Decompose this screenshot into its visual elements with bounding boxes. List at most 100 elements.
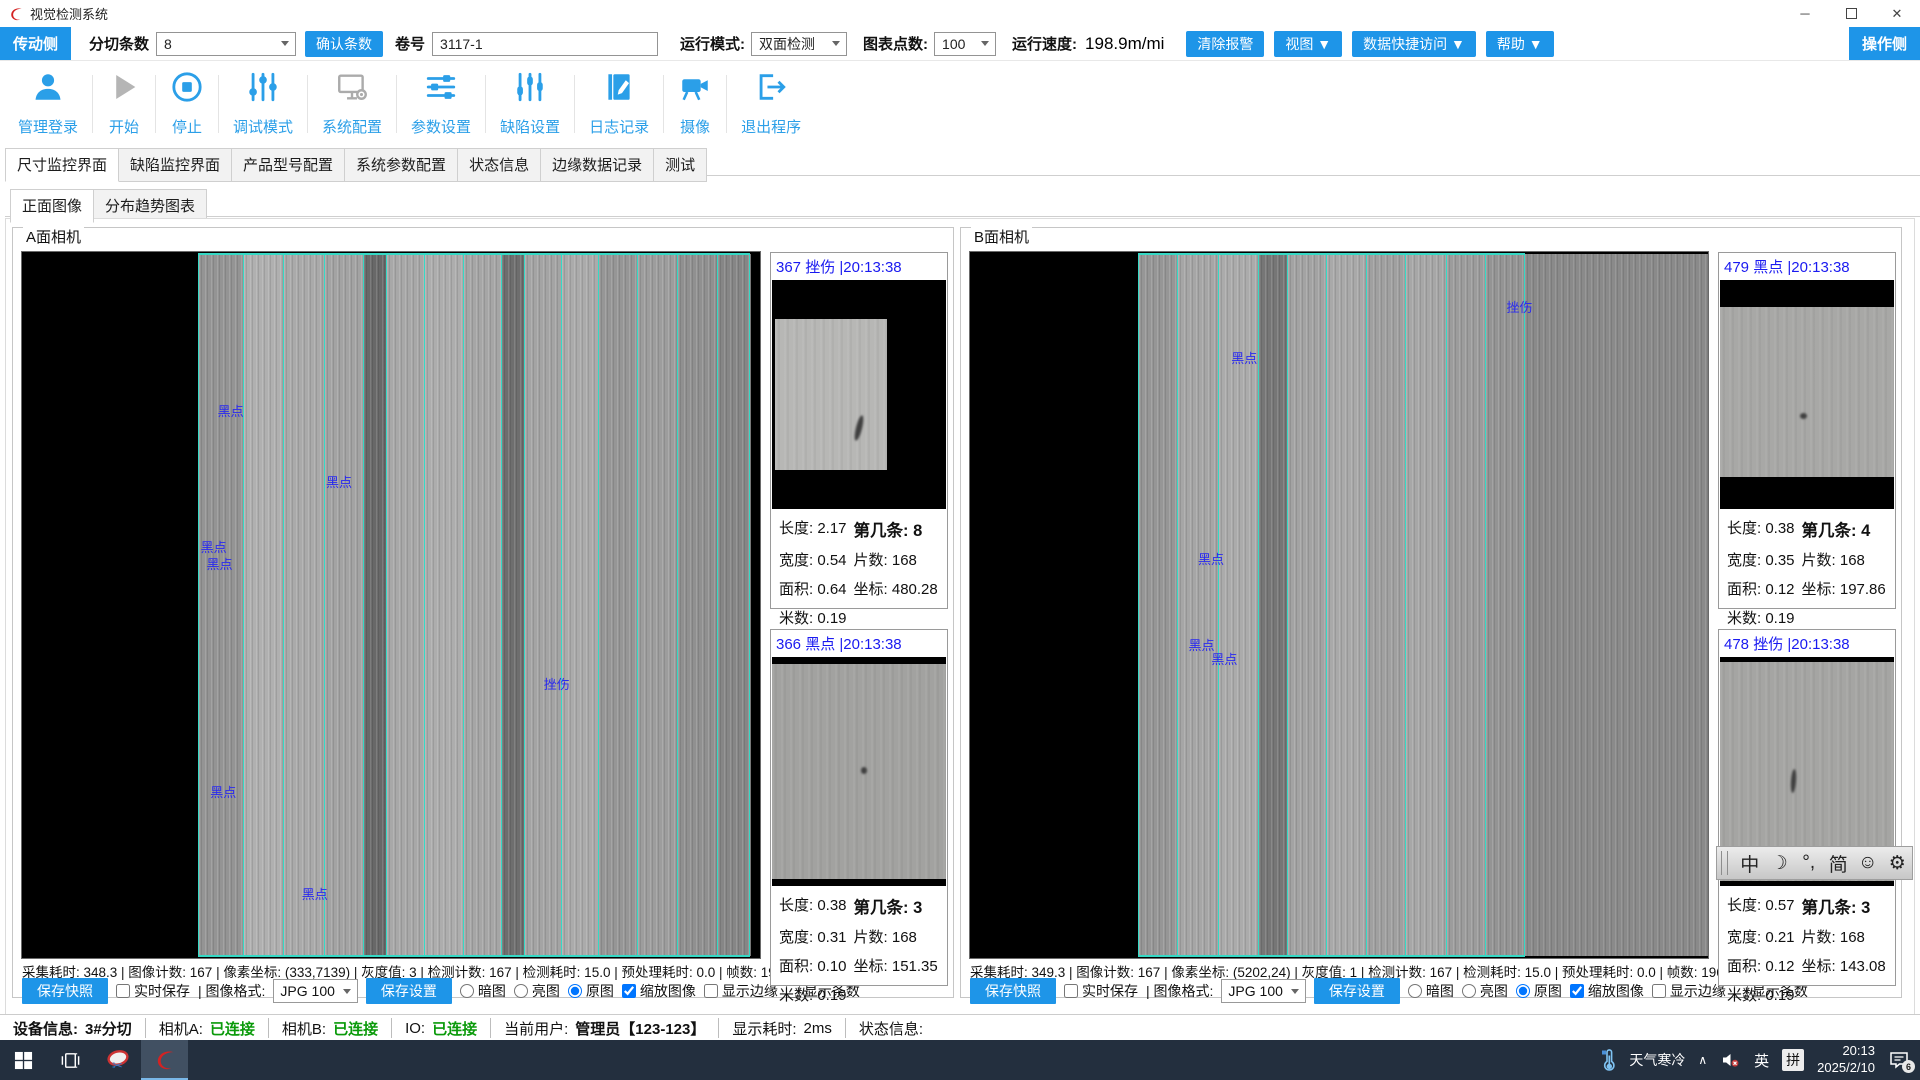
help-menu-button[interactable]: 帮助 ▼ <box>1486 31 1554 57</box>
clear-alarm-button[interactable]: 清除报警 <box>1186 31 1264 57</box>
chart-points-label: 图表点数: <box>863 33 928 54</box>
display-option-checkbox[interactable] <box>1570 984 1584 998</box>
display-option-checkbox[interactable] <box>1652 984 1666 998</box>
play-button[interactable]: 开始 <box>93 65 155 143</box>
view-menu-button[interactable]: 视图 ▼ <box>1274 31 1342 57</box>
operator-side-button[interactable]: 操作侧 <box>1849 27 1920 60</box>
stat-empty <box>1802 607 1891 628</box>
image-mode-radio[interactable] <box>1516 984 1530 998</box>
exit-button[interactable]: 退出程序 <box>727 65 815 143</box>
defect-annotation: 黑点 <box>210 782 236 801</box>
tab-2[interactable]: 产品型号配置 <box>232 148 345 182</box>
system-config-button[interactable]: 系统配置 <box>308 65 396 143</box>
tab-6[interactable]: 测试 <box>654 148 707 182</box>
tab-5[interactable]: 边缘数据记录 <box>541 148 654 182</box>
tab-0[interactable]: 尺寸监控界面 <box>5 148 119 182</box>
ime-simplified[interactable]: 简 <box>1824 850 1854 877</box>
ime-punctuation[interactable]: °, <box>1794 852 1824 874</box>
defect-annotation: 黑点 <box>1198 549 1224 568</box>
image-mode-radio[interactable] <box>460 984 474 998</box>
drive-side-button[interactable]: 传动侧 <box>0 27 71 60</box>
user-button[interactable]: 管理登录 <box>4 65 92 143</box>
tray-expand-chevron-icon[interactable]: ∧ <box>1698 1053 1707 1067</box>
snipping-tool-icon[interactable]: ✂ <box>94 1040 141 1080</box>
weather-text[interactable]: 天气寒冷 <box>1629 1050 1685 1070</box>
realtime-save-option[interactable]: 实时保存 <box>116 981 190 1001</box>
params-sliders-icon <box>424 70 458 109</box>
roll-number-input[interactable]: 3117-1 <box>432 32 658 56</box>
status-label: 当前用户: <box>504 1018 568 1039</box>
tab-1[interactable]: 缺陷监控界面 <box>119 148 232 182</box>
ime-emoji[interactable]: ☺ <box>1853 852 1883 874</box>
realtime-save-checkbox[interactable] <box>116 984 130 998</box>
taskbar-clock[interactable]: 20:13 2025/2/10 <box>1817 1043 1875 1077</box>
subtab-0[interactable]: 正面图像 <box>10 189 94 223</box>
notification-center-icon[interactable]: 6 <box>1888 1050 1910 1070</box>
ime-language-bar: 中☽°,简☺⚙ <box>1716 846 1913 880</box>
stat-empty <box>1802 984 1891 1005</box>
minimize-icon[interactable]: ─ <box>1782 0 1828 27</box>
task-view-icon[interactable] <box>47 1040 94 1080</box>
defect-thumbnail <box>1720 280 1894 509</box>
ime-chinese-mode[interactable]: 中 <box>1735 850 1765 877</box>
save-snapshot-button[interactable]: 保存快照 <box>970 978 1056 1004</box>
params-sliders-button[interactable]: 参数设置 <box>397 65 485 143</box>
status-bar: 设备信息:3#分切相机A:已连接相机B:已连接IO:已连接当前用户:管理员【12… <box>0 1014 1920 1041</box>
display-option-0[interactable]: 缩放图像 <box>1570 981 1644 1001</box>
vision-app-taskbar-icon[interactable] <box>141 1040 188 1080</box>
image-format-select[interactable]: JPG 100 <box>273 979 357 1003</box>
image-mode-option-0[interactable]: 暗图 <box>1408 981 1454 1001</box>
image-mode-radio[interactable] <box>1462 984 1476 998</box>
tab-4[interactable]: 状态信息 <box>458 148 541 182</box>
image-mode-option-1[interactable]: 亮图 <box>1462 981 1508 1001</box>
realtime-save-option[interactable]: 实时保存 <box>1064 981 1138 1001</box>
defect-annotation: 黑点 <box>218 401 244 420</box>
save-settings-button[interactable]: 保存设置 <box>1314 978 1400 1004</box>
stat-片数: 片数: 168 <box>854 549 943 570</box>
image-mode-option-2[interactable]: 原图 <box>1516 981 1562 1001</box>
start-button-icon[interactable] <box>0 1040 47 1080</box>
log-button[interactable]: 日志记录 <box>575 65 663 143</box>
save-settings-button[interactable]: 保存设置 <box>366 978 452 1004</box>
display-option-0[interactable]: 缩放图像 <box>622 981 696 1001</box>
close-icon[interactable]: ✕ <box>1874 0 1920 27</box>
image-mode-label: 原图 <box>1534 981 1562 1001</box>
image-mode-option-1[interactable]: 亮图 <box>514 981 560 1001</box>
stop-icon <box>170 70 204 109</box>
defect-stats: 长度: 2.17第几条: 8宽度: 0.54片数: 168面积: 0.64坐标:… <box>771 509 947 634</box>
stop-button[interactable]: 停止 <box>156 65 218 143</box>
system-config-icon <box>335 70 369 109</box>
tab-3[interactable]: 系统参数配置 <box>345 148 458 182</box>
debug-sliders-button[interactable]: 调试模式 <box>219 65 307 143</box>
camera-button[interactable]: 摄像 <box>664 65 726 143</box>
image-mode-radio[interactable] <box>514 984 528 998</box>
run-mode-select[interactable]: 双面检测 <box>751 32 847 56</box>
defect-sliders-button[interactable]: 缺陷设置 <box>486 65 574 143</box>
clock-date: 2025/2/10 <box>1817 1060 1875 1077</box>
ime-drag-handle[interactable] <box>1721 851 1728 875</box>
language-indicator[interactable]: 英 <box>1754 1050 1769 1071</box>
display-option-checkbox[interactable] <box>622 984 636 998</box>
material-strip <box>243 254 284 956</box>
realtime-save-checkbox[interactable] <box>1064 984 1078 998</box>
image-mode-option-2[interactable]: 原图 <box>568 981 614 1001</box>
display-option-checkbox[interactable] <box>704 984 718 998</box>
volume-muted-icon[interactable] <box>1720 1050 1741 1070</box>
chart-points-select[interactable]: 100 <box>934 32 996 56</box>
material-strip <box>677 254 719 956</box>
data-quick-access-button[interactable]: 数据快捷访问 ▼ <box>1352 31 1476 57</box>
image-mode-radio[interactable] <box>1408 984 1422 998</box>
ime-half-full-moon[interactable]: ☽ <box>1765 852 1795 875</box>
image-mode-radio[interactable] <box>568 984 582 998</box>
image-format-select[interactable]: JPG 100 <box>1221 979 1305 1003</box>
maximize-icon[interactable] <box>1828 0 1874 27</box>
ime-settings[interactable]: ⚙ <box>1883 852 1913 875</box>
display-option-1[interactable]: 显示边缘 <box>1652 981 1726 1001</box>
slit-count-select[interactable]: 8 <box>156 32 296 56</box>
defect-annotation: 黑点 <box>207 554 233 573</box>
ime-pinyin-icon[interactable]: 拼 <box>1782 1049 1804 1071</box>
display-option-1[interactable]: 显示边缘 <box>704 981 778 1001</box>
image-mode-option-0[interactable]: 暗图 <box>460 981 506 1001</box>
confirm-count-button[interactable]: 确认条数 <box>305 31 383 57</box>
save-snapshot-button[interactable]: 保存快照 <box>22 978 108 1004</box>
